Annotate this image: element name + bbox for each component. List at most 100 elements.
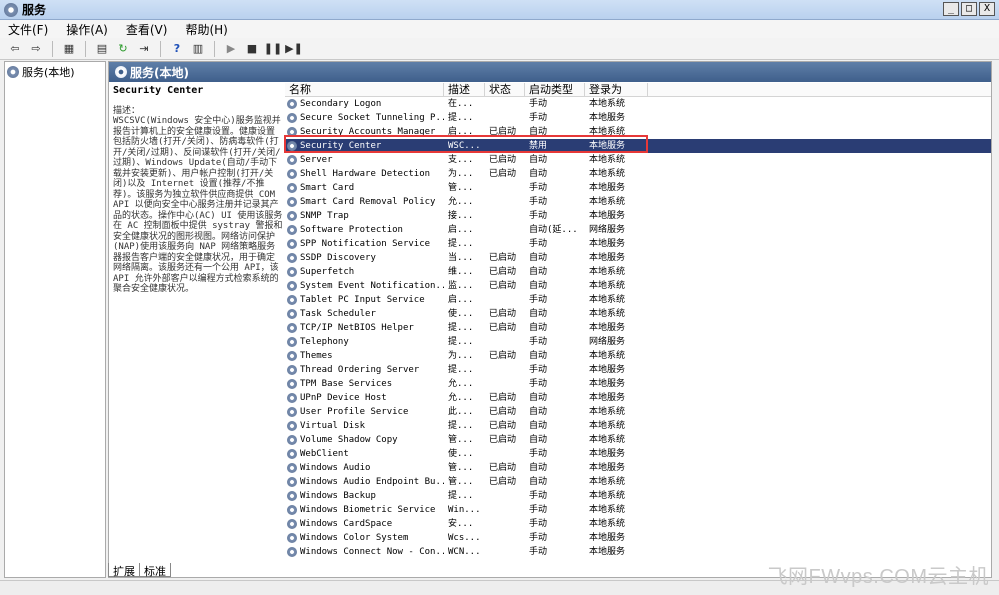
menu-help[interactable]: 帮助(H): [185, 21, 227, 38]
table-row[interactable]: Windows Color System Wcs... 手动 本地服务: [285, 531, 991, 545]
table-row[interactable]: Themes 为... 已启动 自动 本地系统: [285, 349, 991, 363]
properties-icon[interactable]: ▤: [93, 41, 111, 57]
cell-log-on-as: 本地系统: [589, 505, 626, 515]
table-row[interactable]: SSDP Discovery 当... 已启动 自动 本地服务: [285, 251, 991, 265]
stop-service-icon[interactable]: ■: [243, 41, 261, 57]
action-pane-icon[interactable]: ▥: [189, 41, 207, 57]
table-row[interactable]: Windows CardSpace 安... 手动 本地系统: [285, 517, 991, 531]
service-icon: [287, 281, 297, 291]
cell-description: 监...: [448, 281, 474, 291]
minimize-button[interactable]: _: [943, 2, 959, 16]
cell-startup-type: 手动: [529, 365, 548, 375]
table-row[interactable]: TPM Base Services 允... 手动 本地服务: [285, 377, 991, 391]
service-icon: [287, 197, 297, 207]
export-list-icon[interactable]: ⇥: [135, 41, 153, 57]
cell-name: User Profile Service: [285, 405, 444, 419]
table-row[interactable]: WebClient 使... 手动 本地服务: [285, 447, 991, 461]
cell-startup-type: 自动: [529, 267, 548, 277]
cell-status: [485, 447, 525, 461]
service-name: Secure Socket Tunneling P...: [300, 113, 444, 123]
back-icon[interactable]: ⇦: [6, 41, 24, 57]
menu-action[interactable]: 操作(A): [66, 21, 108, 38]
cell-log-on-as: 本地系统: [589, 435, 626, 445]
cell-log-on-as: 本地服务: [589, 449, 626, 459]
table-row[interactable]: System Event Notification... 监... 已启动 自动 本地系…: [285, 279, 991, 293]
tab-standard[interactable]: 标准: [139, 563, 171, 578]
cell-startup-type: 禁用: [529, 141, 548, 151]
restart-service-icon[interactable]: ▶❚: [285, 41, 303, 57]
menu-view[interactable]: 查看(V): [126, 21, 168, 38]
table-row[interactable]: Superfetch 维... 已启动 自动 本地系统: [285, 265, 991, 279]
service-icon: [287, 379, 297, 389]
cell-startup-type: 自动: [529, 323, 548, 333]
table-row[interactable]: Windows Audio Endpoint Bu... 管... 已启动 自动 本地系…: [285, 475, 991, 489]
show-console-tree-icon[interactable]: ▦: [60, 41, 78, 57]
table-row[interactable]: User Profile Service 此... 已启动 自动 本地系统: [285, 405, 991, 419]
tree-item-services-local[interactable]: 服务(本地): [5, 62, 105, 82]
menu-file[interactable]: 文件(F): [8, 21, 48, 38]
cell-name: Secure Socket Tunneling P...: [285, 111, 444, 125]
table-row[interactable]: SNMP Trap 接... 手动 本地服务: [285, 209, 991, 223]
table-row[interactable]: Security Center WSC... 禁用 本地服务: [285, 139, 991, 153]
service-icon: [287, 225, 297, 235]
table-row[interactable]: Tablet PC Input Service 启... 手动 本地系统: [285, 293, 991, 307]
service-name: Secondary Logon: [300, 99, 382, 109]
table-row[interactable]: Task Scheduler 使... 已启动 自动 本地系统: [285, 307, 991, 321]
column-header-startup-type[interactable]: 启动类型: [525, 83, 585, 96]
help-icon[interactable]: ?: [168, 41, 186, 57]
tab-extended[interactable]: 扩展: [108, 563, 140, 578]
close-button[interactable]: X: [979, 2, 995, 16]
service-name: Software Protection: [300, 225, 403, 235]
forward-icon[interactable]: ⇨: [27, 41, 45, 57]
table-row[interactable]: Software Protection 启... 自动(延... 网络服务: [285, 223, 991, 237]
table-row[interactable]: Secondary Logon 在... 手动 本地系统: [285, 97, 991, 111]
table-row[interactable]: Shell Hardware Detection 为... 已启动 自动 本地系统: [285, 167, 991, 181]
table-row[interactable]: Server 支... 已启动 自动 本地系统: [285, 153, 991, 167]
table-row[interactable]: Windows Audio 管... 已启动 自动 本地服务: [285, 461, 991, 475]
column-header-log-on-as[interactable]: 登录为: [585, 83, 648, 96]
maximize-button[interactable]: □: [961, 2, 977, 16]
cell-log-on-as: 本地系统: [589, 99, 626, 109]
cell-startup-type: 自动: [529, 435, 548, 445]
cell-status: 已启动: [489, 477, 517, 487]
table-row[interactable]: Windows Backup 提... 手动 本地系统: [285, 489, 991, 503]
cell-description: 维...: [448, 267, 474, 277]
service-name: UPnP Device Host: [300, 393, 387, 403]
table-row[interactable]: UPnP Device Host 允... 已启动 自动 本地服务: [285, 391, 991, 405]
pause-service-icon[interactable]: ❚❚: [264, 41, 282, 57]
cell-name: Software Protection: [285, 223, 444, 237]
table-row[interactable]: Secure Socket Tunneling P... 提... 手动 本地服务: [285, 111, 991, 125]
start-service-icon[interactable]: ▶: [222, 41, 240, 57]
service-icon: [287, 141, 297, 151]
refresh-icon[interactable]: ↻: [114, 41, 132, 57]
cell-name: Volume Shadow Copy: [285, 433, 444, 447]
service-icon: [287, 323, 297, 333]
column-header-name[interactable]: 名称: [285, 83, 444, 96]
table-row[interactable]: Volume Shadow Copy 管... 已启动 自动 本地系统: [285, 433, 991, 447]
table-row[interactable]: Windows Biometric Service Win... 手动 本地系统: [285, 503, 991, 517]
service-description-text: WSCSVC(Windows 安全中心)服务监视并报告计算机上的安全健康设置。健…: [113, 116, 283, 294]
table-row[interactable]: Smart Card 管... 手动 本地服务: [285, 181, 991, 195]
cell-description: 此...: [448, 407, 474, 417]
window-controls: _ □ X: [943, 2, 995, 16]
cell-name: Shell Hardware Detection: [285, 167, 444, 181]
table-row[interactable]: Telephony 提... 手动 网络服务: [285, 335, 991, 349]
table-row[interactable]: Virtual Disk 提... 已启动 自动 本地系统: [285, 419, 991, 433]
service-name: SSDP Discovery: [300, 253, 376, 263]
table-row[interactable]: Smart Card Removal Policy 允... 手动 本地系统: [285, 195, 991, 209]
table-row[interactable]: Security Accounts Manager 启... 已启动 自动 本地系统: [285, 125, 991, 139]
cell-description: 为...: [448, 169, 474, 179]
table-row[interactable]: Windows Connect Now - Con... WCN... 手动 本地服务: [285, 545, 991, 559]
table-row[interactable]: TCP/IP NetBIOS Helper 提... 已启动 自动 本地服务: [285, 321, 991, 335]
cell-startup-type: 自动: [529, 351, 548, 361]
cell-startup-type: 自动: [529, 421, 548, 431]
cell-startup-type: 手动: [529, 547, 548, 557]
cell-name: WebClient: [285, 447, 444, 461]
cell-log-on-as: 本地系统: [589, 421, 626, 431]
table-row[interactable]: Thread Ordering Server 提... 手动 本地服务: [285, 363, 991, 377]
column-header-status[interactable]: 状态: [485, 83, 525, 96]
cell-name: Tablet PC Input Service: [285, 293, 444, 307]
service-name: Windows Audio Endpoint Bu...: [300, 477, 444, 487]
column-header-description[interactable]: 描述: [444, 83, 485, 96]
table-row[interactable]: SPP Notification Service 提... 手动 本地服务: [285, 237, 991, 251]
